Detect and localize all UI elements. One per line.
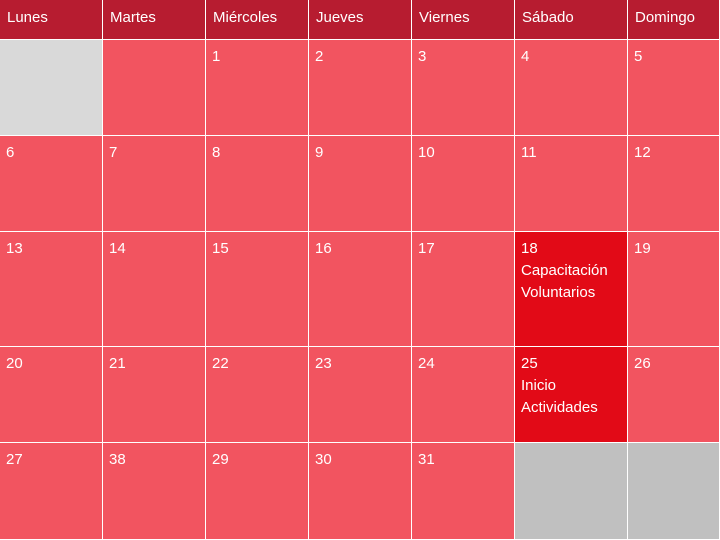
- calendar-cell[interactable]: 4: [515, 40, 628, 136]
- calendar-cell-event[interactable]: 18 Capacitación Voluntarios: [515, 232, 628, 347]
- calendar-cell[interactable]: 5: [628, 40, 720, 136]
- calendar-cell[interactable]: 2: [309, 40, 412, 136]
- calendar-cell[interactable]: 7: [103, 136, 206, 232]
- day-number: 17: [418, 240, 435, 257]
- calendar-cell-empty: [0, 40, 103, 136]
- day-number: 7: [109, 144, 118, 161]
- day-number: 13: [6, 240, 23, 257]
- day-number: 6: [6, 144, 15, 161]
- calendar-cell[interactable]: 8: [206, 136, 309, 232]
- calendar-cell[interactable]: 11: [515, 136, 628, 232]
- calendar-cell-empty: [628, 443, 720, 540]
- day-number: 26: [634, 355, 651, 372]
- weekday-header-martes: Martes: [103, 0, 206, 40]
- calendar-cell[interactable]: 12: [628, 136, 720, 232]
- calendar-cell[interactable]: 21: [103, 347, 206, 443]
- day-number: 5: [634, 48, 643, 65]
- calendar-cell[interactable]: 20: [0, 347, 103, 443]
- day-number: 22: [212, 355, 229, 372]
- calendar-cell[interactable]: 6: [0, 136, 103, 232]
- day-number: 29: [212, 451, 229, 468]
- event-text-line: Voluntarios: [521, 284, 596, 301]
- weekday-header-viernes: Viernes: [412, 0, 515, 40]
- day-number: 38: [109, 451, 126, 468]
- calendar-cell[interactable]: 16: [309, 232, 412, 347]
- calendar-cell[interactable]: 17: [412, 232, 515, 347]
- calendar-cell[interactable]: 23: [309, 347, 412, 443]
- day-number: 24: [418, 355, 435, 372]
- calendar-cell[interactable]: [103, 40, 206, 136]
- calendar-cell[interactable]: 29: [206, 443, 309, 540]
- day-number: 16: [315, 240, 332, 257]
- day-number: 14: [109, 240, 126, 257]
- day-number: 30: [315, 451, 332, 468]
- calendar-cell[interactable]: 27: [0, 443, 103, 540]
- day-number: 11: [521, 144, 537, 161]
- day-number: 15: [212, 240, 229, 257]
- day-number: 19: [634, 240, 651, 257]
- day-number: 21: [109, 355, 126, 372]
- calendar-cell[interactable]: 15: [206, 232, 309, 347]
- day-number: 3: [418, 48, 427, 65]
- weekday-header-domingo: Domingo: [628, 0, 720, 40]
- day-number: 31: [418, 451, 435, 468]
- calendar-cell[interactable]: 9: [309, 136, 412, 232]
- day-number: 10: [418, 144, 435, 161]
- calendar-cell[interactable]: 14: [103, 232, 206, 347]
- day-number: 18: [521, 240, 538, 257]
- weekday-header-jueves: Jueves: [309, 0, 412, 40]
- calendar-cell[interactable]: 13: [0, 232, 103, 347]
- day-number: 25: [521, 355, 538, 372]
- day-number: 9: [315, 144, 324, 161]
- day-number: 1: [212, 48, 221, 65]
- day-number: 27: [6, 451, 23, 468]
- calendar-cell[interactable]: 30: [309, 443, 412, 540]
- weekday-header-lunes: Lunes: [0, 0, 103, 40]
- calendar-cell-event[interactable]: 25 Inicio Actividades: [515, 347, 628, 443]
- calendar-cell[interactable]: 10: [412, 136, 515, 232]
- day-number: 4: [521, 48, 530, 65]
- day-number: 2: [315, 48, 324, 65]
- calendar-cell[interactable]: 38: [103, 443, 206, 540]
- calendar-cell[interactable]: 19: [628, 232, 720, 347]
- calendar-cell[interactable]: 24: [412, 347, 515, 443]
- calendar-cell[interactable]: 22: [206, 347, 309, 443]
- calendar-cell[interactable]: 3: [412, 40, 515, 136]
- event-text-line: Inicio: [521, 377, 557, 394]
- event-text-line: Capacitación: [521, 262, 608, 279]
- day-number: 20: [6, 355, 23, 372]
- calendar-cell[interactable]: 1: [206, 40, 309, 136]
- weekday-header-miercoles: Miércoles: [206, 0, 309, 40]
- calendar-grid: Lunes Martes Miércoles Jueves Viernes Sá…: [0, 0, 720, 540]
- event-text-line: Actividades: [521, 399, 598, 416]
- day-number: 23: [315, 355, 332, 372]
- calendar-cell-empty: [515, 443, 628, 540]
- calendar-cell[interactable]: 26: [628, 347, 720, 443]
- weekday-header-sabado: Sábado: [515, 0, 628, 40]
- day-number: 8: [212, 144, 221, 161]
- day-number: 12: [634, 144, 651, 161]
- calendar-cell[interactable]: 31: [412, 443, 515, 540]
